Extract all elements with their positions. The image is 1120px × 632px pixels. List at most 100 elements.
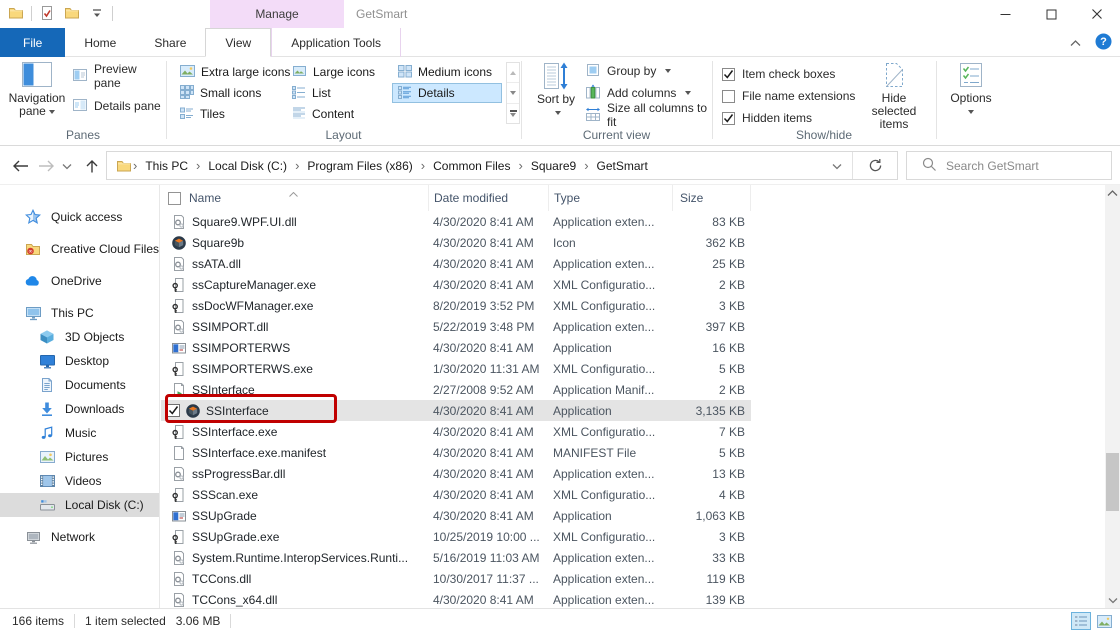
column-header-date-modified[interactable]: Date modified: [428, 185, 548, 211]
help-icon[interactable]: ?: [1095, 33, 1112, 53]
checkbox-hidden-items[interactable]: Hidden items: [722, 108, 812, 128]
refresh-icon[interactable]: [853, 152, 897, 179]
forward-button[interactable]: [34, 154, 58, 178]
new-folder-icon[interactable]: [62, 3, 82, 23]
table-row[interactable]: Square9.WPF.UI.dll 4/30/2020 8:41 AM App…: [161, 211, 751, 232]
sidebar-item-3d-objects[interactable]: 3D Objects: [0, 325, 159, 349]
file-type-icon: [171, 340, 187, 356]
options-button[interactable]: Options: [945, 60, 997, 118]
sidebar-item-desktop[interactable]: Desktop: [0, 349, 159, 373]
details-view-button[interactable]: [1071, 612, 1091, 630]
tab-share[interactable]: Share: [135, 28, 205, 57]
group-label-show-hide: Show/hide: [712, 128, 936, 142]
sidebar-item-creative-cloud-files[interactable]: ∞ Creative Cloud Files: [0, 237, 159, 261]
group-by-icon: [585, 62, 601, 81]
checkbox[interactable]: [722, 112, 735, 125]
scroll-down-icon[interactable]: [1105, 592, 1120, 608]
sidebar-item-documents[interactable]: Documents: [0, 373, 159, 397]
back-button[interactable]: [8, 154, 32, 178]
address-dropdown-icon[interactable]: [822, 159, 852, 173]
layout-option-small-icons[interactable]: Small icons: [174, 83, 286, 103]
sidebar-item-music[interactable]: Music: [0, 421, 159, 445]
breadcrumb-item-program-files-x86[interactable]: Program Files (x86): [300, 152, 419, 179]
scroll-up-icon[interactable]: [1105, 185, 1120, 201]
tab-application-tools[interactable]: Application Tools: [271, 28, 401, 57]
recent-locations-icon[interactable]: [58, 154, 76, 178]
maximize-button[interactable]: [1028, 0, 1074, 28]
table-row[interactable]: SSUpGrade.exe 10/25/2019 10:00 ... XML C…: [161, 526, 751, 547]
breadcrumb-item-square9[interactable]: Square9: [524, 152, 583, 179]
folder-icon[interactable]: [6, 3, 26, 23]
table-row[interactable]: System.Runtime.InteropServices.Runti... …: [161, 547, 751, 568]
table-row[interactable]: SSInterface.exe.manifest 4/30/2020 8:41 …: [161, 442, 751, 463]
sidebar-item-videos[interactable]: Videos: [0, 469, 159, 493]
table-row[interactable]: TCCons.dll 10/30/2017 11:37 ... Applicat…: [161, 568, 751, 589]
sidebar-item-downloads[interactable]: Downloads: [0, 397, 159, 421]
properties-icon[interactable]: [37, 3, 57, 23]
sidebar-item-local-disk-c[interactable]: Local Disk (C:): [0, 493, 159, 517]
table-row[interactable]: SSInterface 2/27/2008 9:52 AM Applicatio…: [161, 379, 751, 400]
gallery-scroll-up[interactable]: [507, 63, 519, 83]
preview-pane-button[interactable]: Preview pane: [72, 66, 166, 86]
layout-option-large-icons[interactable]: Large icons: [286, 62, 392, 82]
sidebar-item-network[interactable]: Network: [0, 525, 159, 549]
gallery-scroll-down[interactable]: [507, 83, 519, 103]
table-row[interactable]: SSScan.exe 4/30/2020 8:41 AM XML Configu…: [161, 484, 751, 505]
select-all-checkbox[interactable]: [168, 192, 181, 205]
table-row[interactable]: SSInterface 4/30/2020 8:41 AM Applicatio…: [161, 400, 751, 421]
layout-option-list[interactable]: List: [286, 83, 392, 103]
gallery-more-button[interactable]: [507, 104, 519, 123]
tab-home[interactable]: Home: [65, 28, 135, 57]
customize-toolbar-icon[interactable]: [87, 3, 107, 23]
table-row[interactable]: ssDocWFManager.exe 8/20/2019 3:52 PM XML…: [161, 295, 751, 316]
details-pane-button[interactable]: Details pane: [72, 96, 161, 116]
collapse-ribbon-icon[interactable]: [1070, 36, 1081, 50]
sidebar-item-onedrive[interactable]: OneDrive: [0, 269, 159, 293]
add-columns-button[interactable]: Add columns: [585, 83, 691, 103]
layout-option-details[interactable]: Details: [392, 83, 502, 103]
layout-option-extra-large-icons[interactable]: Extra large icons: [174, 62, 286, 82]
thumbnail-view-button[interactable]: [1094, 612, 1114, 630]
sidebar-item-this-pc[interactable]: This PC: [0, 301, 159, 325]
address-bar[interactable]: › This PC›Local Disk (C:)›Program Files …: [106, 151, 898, 180]
table-row[interactable]: SSIMPORTERWS.exe 1/30/2020 11:31 AM XML …: [161, 358, 751, 379]
row-checkbox[interactable]: [167, 404, 180, 417]
table-row[interactable]: SSIMPORTERWS 4/30/2020 8:41 AM Applicati…: [161, 337, 751, 358]
layout-option-tiles[interactable]: Tiles: [174, 104, 286, 124]
sort-by-button[interactable]: Sort by: [534, 61, 578, 119]
table-row[interactable]: ssProgressBar.dll 4/30/2020 8:41 AM Appl…: [161, 463, 751, 484]
checkbox[interactable]: [722, 90, 735, 103]
layout-option-medium-icons[interactable]: Medium icons: [392, 62, 502, 82]
table-row[interactable]: SSUpGrade 4/30/2020 8:41 AM Application …: [161, 505, 751, 526]
breadcrumb-item-common-files[interactable]: Common Files: [426, 152, 517, 179]
navigation-pane-button[interactable]: Navigation pane: [8, 60, 66, 118]
table-row[interactable]: SSIMPORT.dll 5/22/2019 3:48 PM Applicati…: [161, 316, 751, 337]
table-row[interactable]: TCCons_x64.dll 4/30/2020 8:41 AM Applica…: [161, 589, 751, 608]
breadcrumb-item-getsmart[interactable]: GetSmart: [590, 152, 655, 179]
checkbox-file-name-extensions[interactable]: File name extensions: [722, 86, 855, 106]
table-row[interactable]: ssCaptureManager.exe 4/30/2020 8:41 AM X…: [161, 274, 751, 295]
minimize-button[interactable]: [982, 0, 1028, 28]
column-header-size[interactable]: Size: [672, 185, 751, 211]
sidebar-item-pictures[interactable]: Pictures: [0, 445, 159, 469]
sidebar-item-quick-access[interactable]: Quick access: [0, 205, 159, 229]
close-button[interactable]: [1074, 0, 1120, 28]
tab-view[interactable]: View: [205, 28, 271, 57]
column-header-type[interactable]: Type: [548, 185, 672, 211]
breadcrumb-item-local-disk-c[interactable]: Local Disk (C:): [201, 152, 294, 179]
tab-file[interactable]: File: [0, 28, 65, 57]
group-by-button[interactable]: Group by: [585, 61, 671, 81]
scrollbar-thumb[interactable]: [1106, 453, 1119, 511]
table-row[interactable]: Square9b 4/30/2020 8:41 AM Icon 362 KB: [161, 232, 751, 253]
table-row[interactable]: ssATA.dll 4/30/2020 8:41 AM Application …: [161, 253, 751, 274]
layout-option-content[interactable]: Content: [286, 104, 392, 124]
size-all-columns-button[interactable]: Size all columns to fit: [585, 105, 712, 125]
vertical-scrollbar[interactable]: [1105, 185, 1120, 608]
table-row[interactable]: SSInterface.exe 4/30/2020 8:41 AM XML Co…: [161, 421, 751, 442]
checkbox[interactable]: [722, 68, 735, 81]
search-box[interactable]: Search GetSmart: [906, 151, 1112, 180]
checkbox-item-check-boxes[interactable]: Item check boxes: [722, 64, 835, 84]
breadcrumb-item-this-pc[interactable]: This PC: [138, 152, 195, 179]
hide-selected-items-button[interactable]: Hide selected items: [858, 60, 930, 131]
up-button[interactable]: [80, 154, 104, 178]
